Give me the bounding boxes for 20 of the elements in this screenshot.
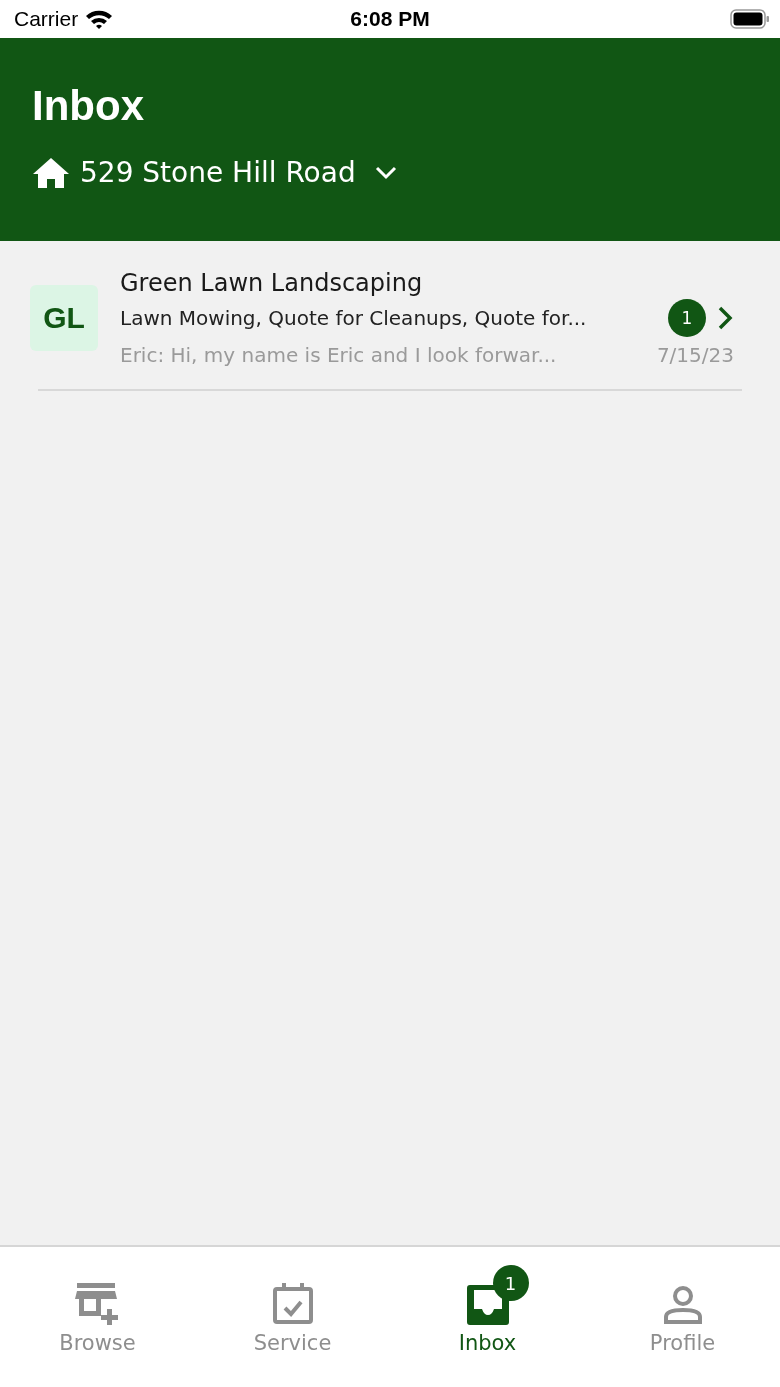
battery-icon [730,9,770,29]
person-icon [662,1285,703,1325]
page-title: Inbox [32,81,145,131]
avatar-initials: GL [30,285,98,351]
tab-item[interactable]: 1 Inbox [390,1247,585,1359]
wifi-icon [84,8,115,30]
notification-badge: 1 [492,1265,529,1301]
storefront-icon [74,1281,121,1325]
clock-time: 6:08 PM [350,7,430,31]
message-date: 7/15/23 [656,343,734,367]
chevron-down-icon[interactable] [373,164,398,181]
calendar-check-icon [271,1281,314,1325]
chevron-right-icon[interactable] [716,305,734,331]
business-name[interactable]: Green Lawn Landscaping [120,269,423,297]
unread-count: 1 [668,299,706,337]
home-icon [32,156,70,189]
address-selector[interactable]: 529 Stone Hill Road [80,156,356,189]
message-preview: Eric: Hi, my name is Eric and I look forwar... [120,343,557,367]
carrier-name: Carrier [14,7,79,31]
services-text: Lawn Mowing, Quote for Cleanups, Quote for... [120,306,588,330]
